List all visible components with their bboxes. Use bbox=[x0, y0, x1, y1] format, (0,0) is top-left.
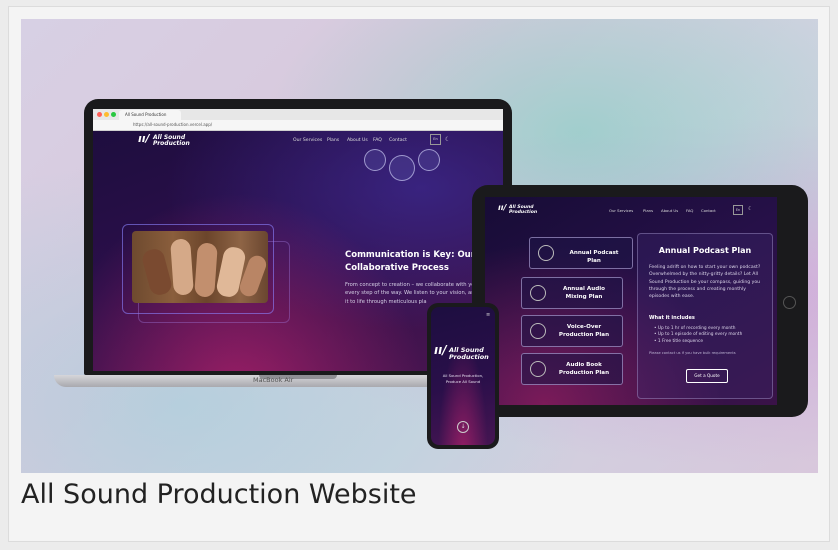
tablet-site-logo: ıı/ All Sound Production bbox=[498, 204, 538, 216]
minimize-dot-icon bbox=[104, 112, 109, 117]
get-quote-button: Get a Quote bbox=[686, 369, 728, 383]
bulk-note: Please contact us if you have bulk requi… bbox=[649, 351, 736, 355]
tablet-mockup: ıı/ All Sound Production Our Services Pl… bbox=[472, 185, 808, 417]
laptop-site-nav: ıı/ All Sound Production Our Services Pl… bbox=[93, 131, 503, 149]
maximize-dot-icon bbox=[111, 112, 116, 117]
phone-site-logo: ıı/ All Sound Production bbox=[434, 344, 489, 361]
close-dot-icon bbox=[97, 112, 102, 117]
nav-contact: Contact bbox=[389, 138, 407, 143]
moon-icon: ☾ bbox=[445, 136, 451, 143]
team-hands-photo bbox=[132, 231, 268, 303]
macbook-label: MacBook Air bbox=[253, 376, 294, 384]
logo-mark-icon: ıı/ bbox=[138, 132, 150, 145]
url-text: https://all-sound-production.vercel.app/ bbox=[133, 122, 213, 127]
tablet-home-button bbox=[783, 296, 796, 309]
book-icon bbox=[530, 361, 546, 377]
phone-screen: ≡ ıı/ All Sound Production All Sound Pro… bbox=[431, 307, 495, 445]
plan-audio-book-production: Audio Book Production Plan bbox=[521, 353, 623, 385]
logo-text-line2: Production bbox=[153, 140, 190, 147]
plan-annual-audio-mixing: Annual Audio Mixing Plan bbox=[521, 277, 623, 309]
nav-about-us: About Us bbox=[347, 138, 368, 143]
includes-heading: What it includes bbox=[649, 315, 695, 321]
nav-our-services: Our Services bbox=[609, 208, 634, 213]
language-toggle: En bbox=[430, 134, 441, 145]
browser-address-bar: https://all-sound-production.vercel.app/ bbox=[93, 120, 503, 131]
nav-about-us: About Us bbox=[661, 208, 679, 213]
moon-icon: ☾ bbox=[748, 206, 753, 212]
nav-plans: Plans bbox=[643, 208, 654, 213]
service-icon-circle bbox=[364, 149, 386, 171]
project-preview-image[interactable]: All Sound Production https://all-sound-p… bbox=[21, 19, 818, 473]
nav-contact: Contact bbox=[701, 208, 716, 213]
browser-tab: All Sound Production bbox=[119, 110, 181, 120]
nav-our-services: Our Services bbox=[293, 138, 323, 143]
phone-mockup: ≡ ıı/ All Sound Production All Sound Pro… bbox=[427, 303, 499, 449]
scroll-down-icon: ↓ bbox=[457, 421, 469, 433]
nav-faq: FAQ bbox=[373, 138, 382, 143]
language-toggle: En bbox=[733, 205, 743, 215]
site-logo: ıı/ All Sound Production bbox=[138, 132, 190, 147]
includes-list: • Up to 1 hr of recording every month • … bbox=[654, 326, 743, 344]
plan-detail-body: Feeling adrift on how to start your own … bbox=[649, 265, 761, 300]
collaboration-heading: Communication is Key: Our Collaborative … bbox=[345, 250, 475, 273]
microphone-icon bbox=[530, 323, 546, 339]
browser-tab-bar: All Sound Production bbox=[93, 109, 503, 120]
podcast-icon bbox=[538, 245, 554, 261]
logo-text-line2: Production bbox=[449, 353, 489, 361]
mixer-icon bbox=[530, 285, 546, 301]
logo-mark-icon: ıı/ bbox=[498, 203, 507, 212]
phone-tagline: All Sound Production, Produce All Sound bbox=[442, 373, 484, 384]
logo-text-line2: Production bbox=[509, 210, 538, 215]
portfolio-card[interactable]: All Sound Production https://all-sound-p… bbox=[8, 6, 830, 542]
tablet-screen: ıı/ All Sound Production Our Services Pl… bbox=[485, 197, 777, 405]
plan-annual-podcast: Annual Podcast Plan bbox=[529, 237, 633, 269]
headphones-icon bbox=[418, 149, 440, 171]
nav-plans: Plans bbox=[327, 138, 340, 143]
menu-icon: ≡ bbox=[486, 312, 491, 318]
plan-voice-over-production: Voice-Over Production Plan bbox=[521, 315, 623, 347]
plan-detail-panel: Annual Podcast Plan Feeling adrift on ho… bbox=[637, 233, 773, 399]
project-title[interactable]: All Sound Production Website bbox=[21, 479, 417, 510]
plan-detail-title: Annual Podcast Plan bbox=[658, 246, 752, 255]
nav-faq: FAQ bbox=[686, 208, 694, 213]
logo-mark-icon: ıı/ bbox=[434, 343, 447, 357]
mixer-icon bbox=[389, 155, 415, 181]
